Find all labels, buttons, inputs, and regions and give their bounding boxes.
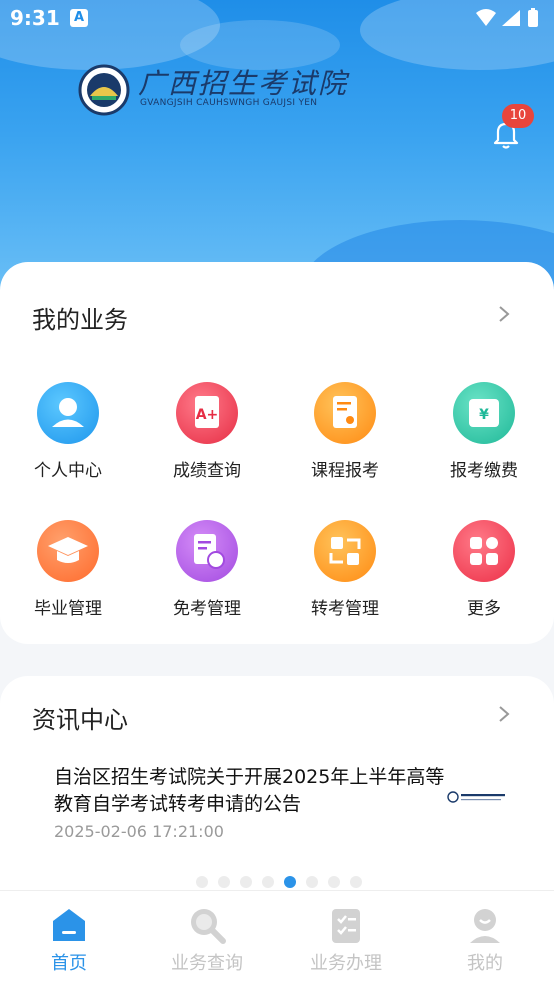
news-thumbnail-logo-icon (447, 791, 505, 803)
news-item-time: 2025-02-06 17:21:00 (54, 822, 224, 841)
chevron-right-icon[interactable] (494, 704, 514, 724)
service-course-registration[interactable]: 课程报考 (285, 382, 405, 481)
transfer-icon (314, 520, 376, 582)
carousel-dot[interactable] (196, 876, 208, 888)
tab-label: 我的 (467, 953, 503, 974)
graduation-cap-icon (37, 520, 99, 582)
system-status-icons (476, 8, 538, 27)
service-exemption-management[interactable]: 免考管理 (147, 520, 267, 619)
exemption-icon (176, 520, 238, 582)
service-transfer-management[interactable]: 转考管理 (285, 520, 405, 619)
carousel-dot[interactable] (328, 876, 340, 888)
carousel-dot[interactable] (306, 876, 318, 888)
service-more[interactable]: 更多 (424, 520, 544, 619)
my-business-card: 我的业务 个人中心 A+ 成绩查询 课程报考 ¥ 报考缴费 毕业管理 免考管理 … (0, 262, 554, 644)
wifi-icon (476, 9, 496, 26)
search-icon (191, 909, 226, 944)
service-label: 课程报考 (311, 461, 379, 481)
carousel-dot[interactable] (218, 876, 230, 888)
news-title: 资讯中心 (32, 706, 128, 734)
my-business-title: 我的业务 (32, 306, 128, 334)
home-icon (53, 909, 85, 941)
tab-label: 业务办理 (310, 953, 382, 974)
course-icon (314, 382, 376, 444)
brand-logo: 广西招生考试院 GVANGJSIH CAUHSWNGH GAUJSI YEN (78, 62, 378, 118)
payment-icon: ¥ (453, 382, 515, 444)
emblem-icon (78, 64, 130, 116)
brand-subtitle: GVANGJSIH CAUHSWNGH GAUJSI YEN (140, 98, 318, 108)
carousel-dot[interactable] (240, 876, 252, 888)
service-personal-center[interactable]: 个人中心 (8, 382, 128, 481)
battery-icon (528, 10, 538, 27)
service-label: 报考缴费 (450, 461, 518, 481)
more-grid-icon (453, 520, 515, 582)
signal-icon (502, 10, 520, 26)
service-label: 转考管理 (311, 599, 379, 619)
input-method-icon: A (70, 9, 88, 27)
clipboard-icon (332, 909, 360, 943)
carousel-dot[interactable] (262, 876, 274, 888)
brand-title: 广西招生考试院 (138, 67, 349, 100)
service-label: 更多 (467, 599, 501, 619)
status-bar: 9:31 A (0, 0, 554, 38)
svg-text:¥: ¥ (479, 407, 489, 423)
tab-label: 首页 (51, 953, 87, 974)
notification-badge[interactable]: 10 (502, 104, 534, 128)
header-banner (0, 0, 554, 300)
profile-icon (470, 909, 500, 943)
service-label: 成绩查询 (173, 461, 241, 481)
news-item-title: 自治区招生考试院关于开展2025年上半年高等教育自学考试转考申请的公告 (54, 766, 445, 815)
service-label: 个人中心 (34, 461, 102, 481)
service-label: 毕业管理 (34, 599, 102, 619)
status-time: 9:31 (10, 6, 60, 30)
grade-icon: A+ (176, 382, 238, 444)
chevron-right-icon[interactable] (494, 304, 514, 324)
carousel-dot-active[interactable] (284, 876, 296, 888)
user-icon (37, 382, 99, 444)
service-exam-payment[interactable]: ¥ 报考缴费 (424, 382, 544, 481)
service-graduation-management[interactable]: 毕业管理 (8, 520, 128, 619)
service-label: 免考管理 (173, 599, 241, 619)
svg-text:A+: A+ (196, 407, 219, 423)
news-list-item[interactable]: 自治区招生考试院关于开展2025年上半年高等教育自学考试转考申请的公告 2025… (54, 764, 454, 841)
carousel-dot[interactable] (350, 876, 362, 888)
service-grade-query[interactable]: A+ 成绩查询 (147, 382, 267, 481)
tab-label: 业务查询 (171, 953, 243, 974)
bottom-tab-bar: 首页 业务查询 业务办理 我的 (0, 890, 554, 984)
